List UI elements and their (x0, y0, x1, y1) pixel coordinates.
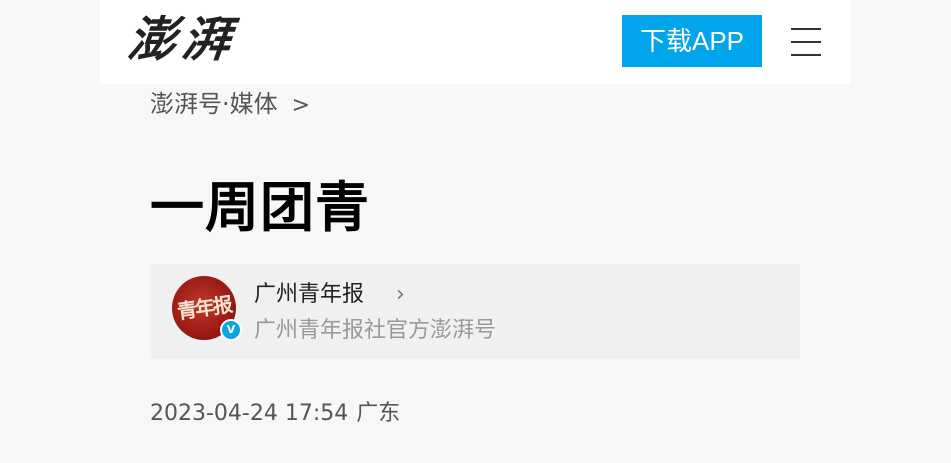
thepaper-logo[interactable]: 澎湃 (125, 8, 240, 72)
author-card[interactable]: 青年报 V 广州青年报 › 广州青年报社官方澎湃号 (150, 264, 800, 359)
breadcrumb-label: 澎湃号·媒体 (150, 90, 278, 118)
chevron-right-icon: > (291, 93, 311, 118)
article-title: 一周团青 (150, 176, 370, 239)
download-app-button[interactable]: 下载APP (622, 15, 762, 67)
author-name[interactable]: 广州青年报 (254, 280, 364, 310)
author-description: 广州青年报社官方澎湃号 (254, 318, 497, 343)
chevron-right-icon: › (396, 282, 405, 307)
publish-date: 2023-04-24 17:54 (150, 401, 349, 426)
publish-location: 广东 (356, 401, 401, 426)
hamburger-menu-icon[interactable] (789, 26, 823, 58)
breadcrumb[interactable]: 澎湃号·媒体 > (150, 86, 310, 122)
verified-badge-icon: V (220, 319, 242, 341)
article-meta: 2023-04-24 17:54 广东 (150, 398, 400, 430)
logo-text: 澎湃 (125, 12, 239, 68)
